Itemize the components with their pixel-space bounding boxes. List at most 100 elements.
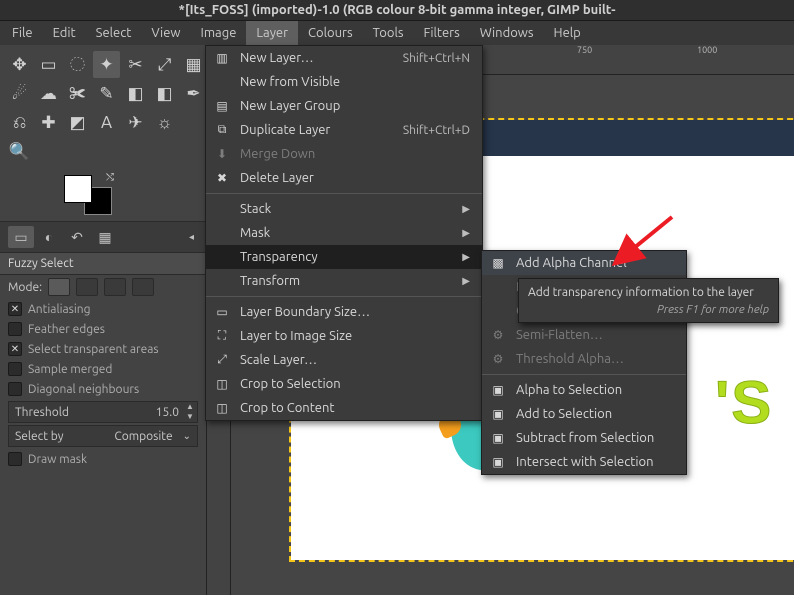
menuitem-new-layer-group[interactable]: ▤New Layer Group	[206, 94, 482, 118]
menuitem-label: Crop to Content	[240, 401, 470, 415]
menuitem-label: Merge Down	[240, 147, 470, 161]
menu-layer[interactable]: Layer	[246, 21, 298, 45]
menuitem-semi-flatten: ⚙Semi-Flatten…	[482, 323, 686, 347]
menu-windows[interactable]: Windows	[470, 21, 544, 45]
threshold-label: Threshold	[9, 406, 152, 419]
warp-tool[interactable]: ☄	[6, 80, 33, 107]
tool-empty	[64, 138, 91, 165]
menuitem-transparency[interactable]: Transparency▶	[206, 245, 482, 269]
menuitem-merge-down: ⬇Merge Down	[206, 142, 482, 166]
gradient-tool[interactable]: ◧	[151, 80, 178, 107]
dodge-tool[interactable]: ☼	[151, 109, 178, 136]
zoom-tool[interactable]: 🔍	[6, 138, 33, 165]
layer-menu: ▥New Layer…Shift+Ctrl+NNew from Visible▤…	[205, 45, 483, 421]
window-title: *[Its_FOSS] (imported)-1.0 (RGB colour 8…	[0, 0, 794, 21]
scissors-tool[interactable]: ✀	[64, 80, 91, 107]
fuzzy-select-tool[interactable]: ✦	[93, 51, 120, 78]
selectby-label: Select by	[9, 430, 110, 443]
menuitem-stack[interactable]: Stack▶	[206, 197, 482, 221]
checkbox[interactable]	[8, 382, 22, 396]
menuitem-label: Layer Boundary Size…	[240, 305, 470, 319]
opt-select-transparent-areas[interactable]: ✕Select transparent areas	[0, 339, 206, 359]
selectby-row[interactable]: Select by Composite ⌄	[8, 425, 198, 447]
menuitem-crop-to-content[interactable]: ◫Crop to Content	[206, 396, 482, 420]
spin-down-icon[interactable]: ▼	[183, 412, 197, 422]
menuitem-intersect-with-selection[interactable]: ▣Intersect with Selection	[482, 450, 686, 474]
colour-swatches[interactable]: ⤭	[64, 175, 112, 215]
mode-replace-icon[interactable]	[48, 278, 70, 296]
free-select-tool[interactable]: ◌	[64, 51, 91, 78]
tab-undo-history[interactable]: ↶	[64, 226, 90, 248]
eraser-tool[interactable]: ◧	[122, 80, 149, 107]
smudge-tool[interactable]: ☁	[35, 80, 62, 107]
checkbox[interactable]: ✕	[8, 302, 22, 316]
menuitem-label: Intersect with Selection	[516, 455, 674, 469]
menuitem-alpha-to-selection[interactable]: ▣Alpha to Selection	[482, 378, 686, 402]
tab-tool-options[interactable]: ▭	[8, 226, 34, 248]
clone-tool[interactable]: ⎌	[6, 109, 33, 136]
swap-colours-icon[interactable]: ⤭	[106, 171, 114, 183]
rect-select-tool[interactable]: ▭	[35, 51, 62, 78]
menu-view[interactable]: View	[141, 21, 190, 45]
menuitem-label: Mask	[240, 226, 454, 240]
menu-select[interactable]: Select	[86, 21, 142, 45]
menuitem-label: Semi-Flatten…	[516, 328, 674, 342]
menu-edit[interactable]: Edit	[43, 21, 86, 45]
menu-filters[interactable]: Filters	[414, 21, 470, 45]
heal-tool[interactable]: ✚	[35, 109, 62, 136]
opt-feather-edges[interactable]: Feather edges	[0, 319, 206, 339]
menuitem-delete-layer[interactable]: ✖Delete Layer	[206, 166, 482, 190]
opt-antialiasing[interactable]: ✕Antialiasing	[0, 299, 206, 319]
mode-subtract-icon[interactable]	[104, 278, 126, 296]
menuitem-scale-layer[interactable]: ⤢Scale Layer…	[206, 348, 482, 372]
menuitem-new-from-visible[interactable]: New from Visible	[206, 70, 482, 94]
menuitem-crop-to-selection[interactable]: ◫Crop to Selection	[206, 372, 482, 396]
tab-device-status[interactable]: ◐	[36, 226, 62, 248]
menu-colours[interactable]: Colours	[298, 21, 363, 45]
menuitem-add-to-selection[interactable]: ▣Add to Selection	[482, 402, 686, 426]
draw-mask-checkbox[interactable]	[8, 452, 22, 466]
menu-tools[interactable]: Tools	[363, 21, 414, 45]
checkbox[interactable]	[8, 362, 22, 376]
menuitem-mask[interactable]: Mask▶	[206, 221, 482, 245]
accelerator: Shift+Ctrl+D	[403, 124, 470, 137]
spin-up-icon[interactable]: ▲	[183, 402, 197, 412]
threshold-row[interactable]: Threshold 15.0 ▲▼	[8, 401, 198, 423]
menuitem-label: Threshold Alpha…	[516, 352, 674, 366]
bucket-fill-tool[interactable]: ▦	[180, 51, 207, 78]
menu-image[interactable]: Image	[191, 21, 247, 45]
draw-mask-row[interactable]: Draw mask	[0, 449, 206, 469]
menuitem-duplicate-layer[interactable]: ⧉Duplicate LayerShift+Ctrl+D	[206, 118, 482, 142]
ink-tool[interactable]: ✒	[180, 80, 207, 107]
menuitem-label: Scale Layer…	[240, 353, 470, 367]
tab-images[interactable]: ▦	[92, 226, 118, 248]
menu-file[interactable]: File	[2, 21, 43, 45]
text-tool[interactable]: A	[93, 109, 120, 136]
submenu-arrow-icon: ▶	[462, 251, 470, 263]
menuitem-new-layer[interactable]: ▥New Layer…Shift+Ctrl+N	[206, 46, 482, 70]
opt-diagonal-neighbours[interactable]: Diagonal neighbours	[0, 379, 206, 399]
menuitem-layer-boundary-size[interactable]: ▭Layer Boundary Size…	[206, 300, 482, 324]
menuitem-layer-to-image-size[interactable]: ⛶Layer to Image Size	[206, 324, 482, 348]
move-tool[interactable]: ✥	[6, 51, 33, 78]
opt-sample-merged[interactable]: Sample merged	[0, 359, 206, 379]
menuitem-label: Add Alpha Channel	[516, 256, 674, 270]
perspective-tool[interactable]: ◩	[64, 109, 91, 136]
sub-sel-icon: ▣	[488, 430, 508, 446]
menuitem-subtract-from-selection[interactable]: ▣Subtract from Selection	[482, 426, 686, 450]
transform-tool[interactable]: ⤢	[151, 51, 178, 78]
mode-intersect-icon[interactable]	[132, 278, 154, 296]
menu-help[interactable]: Help	[544, 21, 591, 45]
paintbrush-tool[interactable]: ✎	[93, 80, 120, 107]
tool-empty	[93, 138, 120, 165]
crop-tool[interactable]: ✂	[122, 51, 149, 78]
dock-tab-menu-icon[interactable]: ◂	[189, 231, 198, 243]
checkbox[interactable]	[8, 322, 22, 336]
menuitem-transform[interactable]: Transform▶	[206, 269, 482, 293]
accelerator: Shift+Ctrl+N	[403, 52, 470, 65]
mode-add-icon[interactable]	[76, 278, 98, 296]
menuitem-add-alpha-channel[interactable]: ▩Add Alpha Channel	[482, 251, 686, 275]
checkbox[interactable]: ✕	[8, 342, 22, 356]
airbrush-tool[interactable]: ✈	[122, 109, 149, 136]
fg-colour-swatch[interactable]	[64, 175, 92, 203]
